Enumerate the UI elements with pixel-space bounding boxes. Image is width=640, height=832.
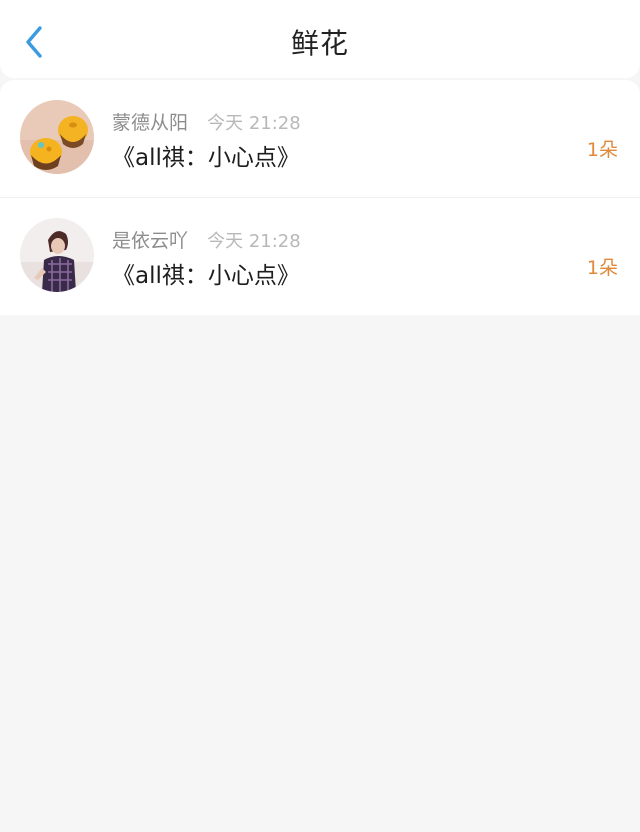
username[interactable]: 蒙德从阳 (112, 112, 188, 134)
timestamp: 今天 21:28 (207, 231, 301, 252)
list-item[interactable]: 是依云吖 今天 21:28 《all祺：小心点》 1朵 (0, 198, 640, 315)
work-title[interactable]: 《all祺：小心点》 (112, 256, 300, 290)
page-title: 鲜花 (290, 27, 349, 60)
flower-count: 1朵 (586, 139, 618, 161)
username[interactable]: 是依云吖 (112, 230, 188, 252)
avatar[interactable] (20, 218, 94, 292)
flower-record-list: 蒙德从阳 今天 21:28 《all祺：小心点》 1朵 是依云吖 今天 21:2… (0, 80, 640, 315)
work-title[interactable]: 《all祺：小心点》 (112, 138, 300, 172)
flower-count: 1朵 (586, 257, 618, 279)
avatar[interactable] (20, 100, 94, 174)
timestamp: 今天 21:28 (207, 113, 301, 134)
nav-bar: 鲜花 (0, 0, 640, 78)
record-meta: 蒙德从阳 今天 21:28 (112, 108, 301, 135)
list-item[interactable]: 蒙德从阳 今天 21:28 《all祺：小心点》 1朵 (0, 80, 640, 198)
record-meta: 是依云吖 今天 21:28 (112, 226, 301, 253)
